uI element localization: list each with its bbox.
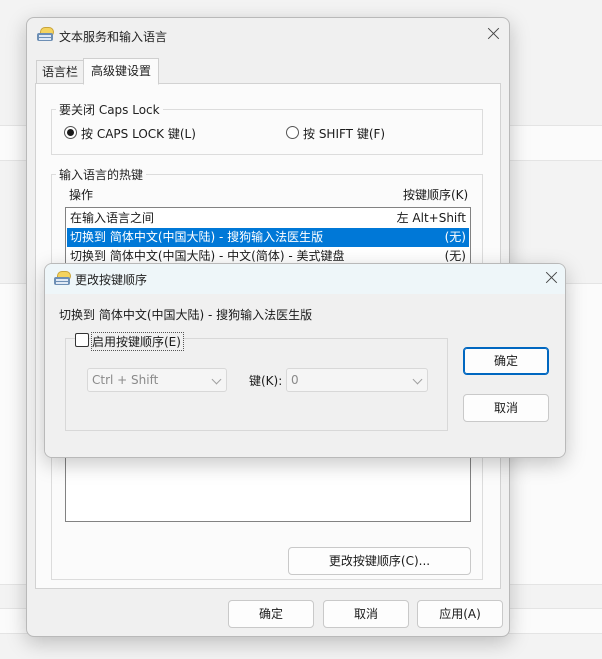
hotkey-action-text: 切换到 简体中文(中国大陆) - 搜狗输入法医生版 [70,230,324,244]
change-key-sequence-dialog: 更改按键顺序 切换到 简体中文(中国大陆) - 搜狗输入法医生版 启用按键顺序(… [44,263,566,458]
key-label: 键(K): [249,374,283,388]
hotkey-key-text: 左 Alt+Shift [396,211,466,225]
tab-advanced-key-settings[interactable]: 高级键设置 [83,58,159,85]
enable-key-sequence-label[interactable]: 启用按键顺序(E) [91,332,184,351]
column-header-action: 操作 [69,188,94,202]
enable-key-sequence-checkbox[interactable] [75,333,89,347]
caps-lock-group-label: 要关闭 Caps Lock [56,101,163,118]
hotkey-action-text: 在输入语言之间 [70,211,155,225]
modifier-value: Ctrl + Shift [92,373,159,387]
hotkey-key-text: (无) [444,230,466,244]
apply-button[interactable]: 应用(A) [417,600,503,628]
change-key-sequence-button[interactable]: 更改按键顺序(C)... [288,547,471,575]
keyboard-language-icon [54,271,71,285]
main-titlebar: 文本服务和输入语言 [27,18,509,54]
caps-lock-radio-label[interactable]: 按 CAPS LOCK 键(L) [81,125,196,142]
caps-lock-radio[interactable] [64,126,77,139]
close-icon[interactable] [484,24,504,44]
dialog-titlebar: 更改按键顺序 [45,264,565,294]
list-item[interactable]: 切换到 简体中文(中国大陆) - 搜狗输入法医生版 (无) [67,228,469,247]
dialog-ok-button[interactable]: 确定 [463,347,549,375]
dialog-body: 切换到 简体中文(中国大陆) - 搜狗输入法医生版 启用按键顺序(E) Ctrl… [45,294,565,457]
chevron-down-icon [412,374,423,385]
ok-button[interactable]: 确定 [228,600,314,628]
shift-radio-label[interactable]: 按 SHIFT 键(F) [303,125,385,142]
dialog-title: 更改按键顺序 [75,273,148,287]
tab-language-bar[interactable]: 语言栏 [36,60,84,83]
keyboard-language-icon [37,27,54,41]
key-value: 0 [291,373,299,387]
cancel-button[interactable]: 取消 [323,600,409,628]
modifier-combo[interactable]: Ctrl + Shift [87,368,227,392]
column-header-key-sequence: 按键顺序(K) [403,188,469,202]
list-item[interactable]: 在输入语言之间 左 Alt+Shift [67,209,469,228]
close-icon[interactable] [542,268,562,288]
chevron-down-icon [211,374,222,385]
dialog-cancel-button[interactable]: 取消 [463,394,549,422]
hotkey-group-label: 输入语言的热键 [56,166,147,183]
shift-radio[interactable] [286,126,299,139]
main-window-title: 文本服务和输入语言 [59,30,168,44]
key-combo[interactable]: 0 [286,368,428,392]
target-language-text: 切换到 简体中文(中国大陆) - 搜狗输入法医生版 [59,308,313,322]
